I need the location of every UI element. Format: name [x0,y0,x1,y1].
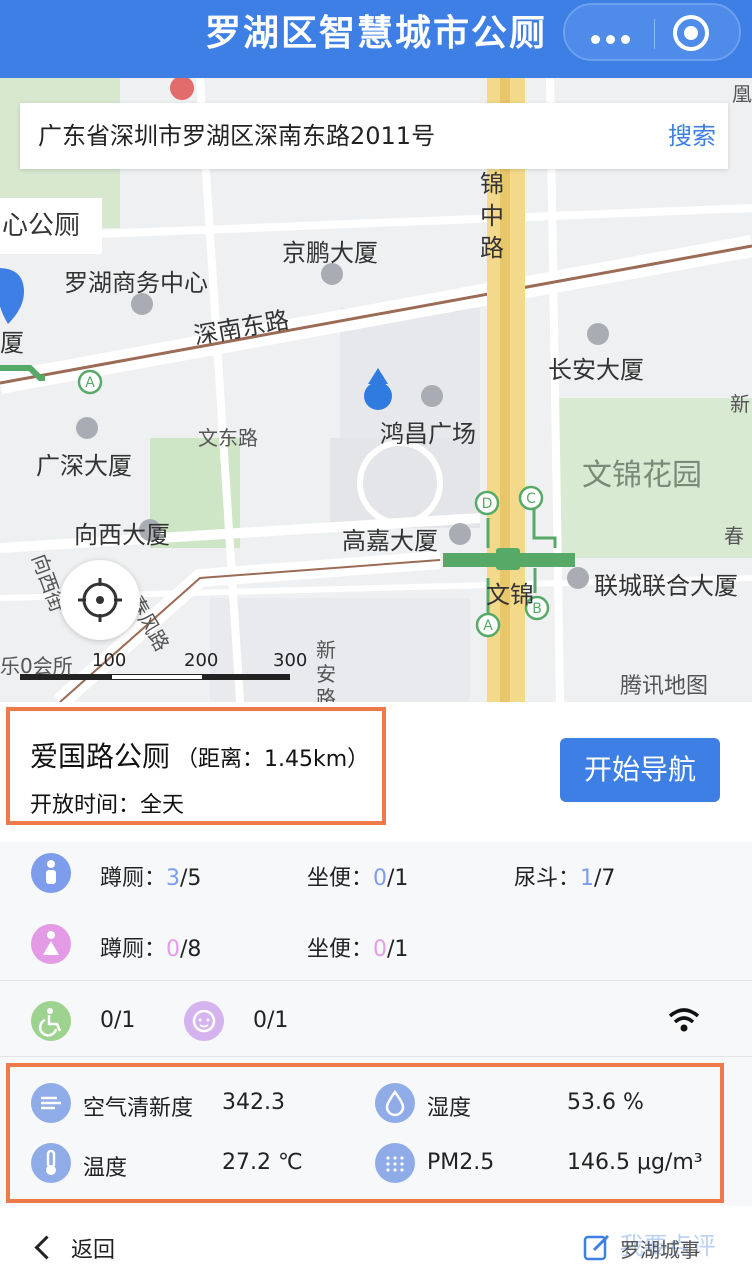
edit-icon [583,1234,610,1261]
start-navigation-button[interactable]: 开始导航 [560,738,720,802]
map-provider-logo: 腾讯地图 [620,674,709,699]
air-icon [31,1083,71,1123]
map-label-poi: 长安大厦 [548,356,644,384]
baby-room-icon [184,1001,224,1041]
pm25-label: PM2.5 [427,1150,495,1175]
temperature-icon [31,1143,71,1183]
air-value: 342.3 [222,1090,285,1115]
map-label-road: 锦中路 [480,170,504,262]
female-seat-count: 坐便：0/1 [307,937,409,962]
accessible-icon [31,1001,71,1041]
map-label-poi: 联城联合大厦 [594,572,738,600]
toilet-name-line: 爱国路公厕 （距离：1.45km） [30,735,369,775]
toilet-name-highlight: 爱国路公厕 （距离：1.45km） 开放时间：全天 [6,707,386,825]
map-label-poi: 凰 [732,82,752,106]
map-side-label[interactable]: 心公厕 [0,198,102,254]
female-icon [31,924,71,964]
search-button[interactable]: 搜索 [668,103,716,169]
map-label-station: 文锦 [486,581,534,609]
map-label-poi: 向西大厦 [74,521,170,549]
map-label-road: 新安路 [316,638,336,702]
male-squat-count: 蹲厕：3/5 [100,866,202,891]
humidity-label: 湿度 [427,1096,472,1121]
close-target-icon[interactable] [673,15,709,51]
divider [0,980,752,981]
environment-highlight [6,1063,724,1203]
miniprogram-capsule [563,3,741,61]
search-input[interactable]: 广东省深圳市罗湖区深南东路2011号 [38,103,435,169]
crosshair-icon [78,578,122,622]
footer-bar: 返回 我要点评 罗湖城事 [0,1206,752,1284]
app-header: 罗湖区智慧城市公厕 [0,0,752,78]
temperature-label: 温度 [83,1156,128,1181]
back-button[interactable]: 返回 [34,1232,115,1264]
map-label-poi: 厦 [0,329,24,357]
pm25-icon [375,1143,415,1183]
map-label-poi: 高嘉大厦 [342,527,438,555]
wifi-icon [668,1008,700,1032]
male-seat-count: 坐便：0/1 [307,866,409,891]
map-label-poi: 乐0会所 [0,654,73,678]
temperature-value: 27.2 ℃ [222,1150,303,1175]
search-bar: 广东省深圳市罗湖区深南东路2011号 搜索 [20,103,728,169]
svg-text:D: D [482,496,493,512]
male-icon [31,853,71,893]
male-urinal-count: 尿斗：1/7 [514,866,616,891]
chevron-left-icon [34,1235,59,1260]
air-label: 空气清新度 [83,1096,194,1121]
map-label-poi: 罗湖商务中心 [64,269,208,297]
humidity-value: 53.6 % [567,1090,644,1115]
pm25-value: 146.5 μg/m³ [567,1150,703,1175]
svg-text:C: C [526,491,536,507]
toilet-name: 爱国路公厕 [30,740,171,773]
divider [0,1056,752,1057]
open-hours: 开放时间：全天 [30,793,185,818]
map-view[interactable]: A D C B A 锦中路 京鹏大厦 罗湖商务中心 深南东路 长安大厦 鸿昌广场… [0,78,752,702]
map-label-poi: 春 [724,524,744,548]
watermark: 罗湖城事 [620,1238,700,1262]
svg-text:A: A [85,375,95,391]
locate-button[interactable] [60,560,140,640]
map-label-poi: 鸿昌广场 [380,420,476,448]
map-label-poi: 新 [730,392,750,416]
map-label-poi: 广深大厦 [36,452,132,480]
more-icon[interactable] [591,29,637,44]
map-label-road: 文东路 [198,426,258,450]
svg-text:A: A [483,618,493,634]
map-label-area: 文锦花园 [582,458,702,493]
toilet-distance: （距离：1.45km） [176,747,370,772]
baby-room-count: 0/1 [253,1008,289,1033]
humidity-icon [375,1083,415,1123]
accessible-count: 0/1 [100,1008,136,1033]
female-squat-count: 蹲厕：0/8 [100,937,202,962]
map-label-poi: 京鹏大厦 [282,239,378,267]
